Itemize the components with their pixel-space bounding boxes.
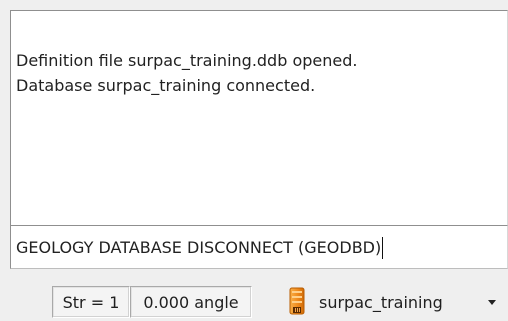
message-log-lines: Definition file surpac_training.ddb open… [16, 48, 503, 98]
status-bar: Str = 1 0.000 angle surpac_training [0, 269, 508, 321]
angle-field[interactable]: 0.000 angle [130, 286, 252, 318]
app-window: Definition file surpac_training.ddb open… [0, 0, 508, 321]
chevron-down-icon[interactable] [487, 297, 497, 307]
message-line: Database surpac_training connected. [16, 76, 316, 95]
message-line: Definition file surpac_training.ddb open… [16, 51, 358, 70]
string-number-label: Str = 1 [62, 292, 120, 312]
database-selector[interactable]: surpac_training [289, 287, 507, 317]
database-icon [289, 287, 305, 317]
command-input-text: GEOLOGY DATABASE DISCONNECT (GEODBD) [16, 238, 382, 257]
command-input[interactable]: GEOLOGY DATABASE DISCONNECT (GEODBD) [10, 226, 508, 269]
database-name: surpac_training [319, 292, 443, 312]
text-caret [382, 237, 384, 259]
string-number-field[interactable]: Str = 1 [52, 286, 130, 318]
message-log[interactable]: Definition file surpac_training.ddb open… [10, 10, 508, 226]
angle-label: 0.000 angle [143, 292, 239, 312]
